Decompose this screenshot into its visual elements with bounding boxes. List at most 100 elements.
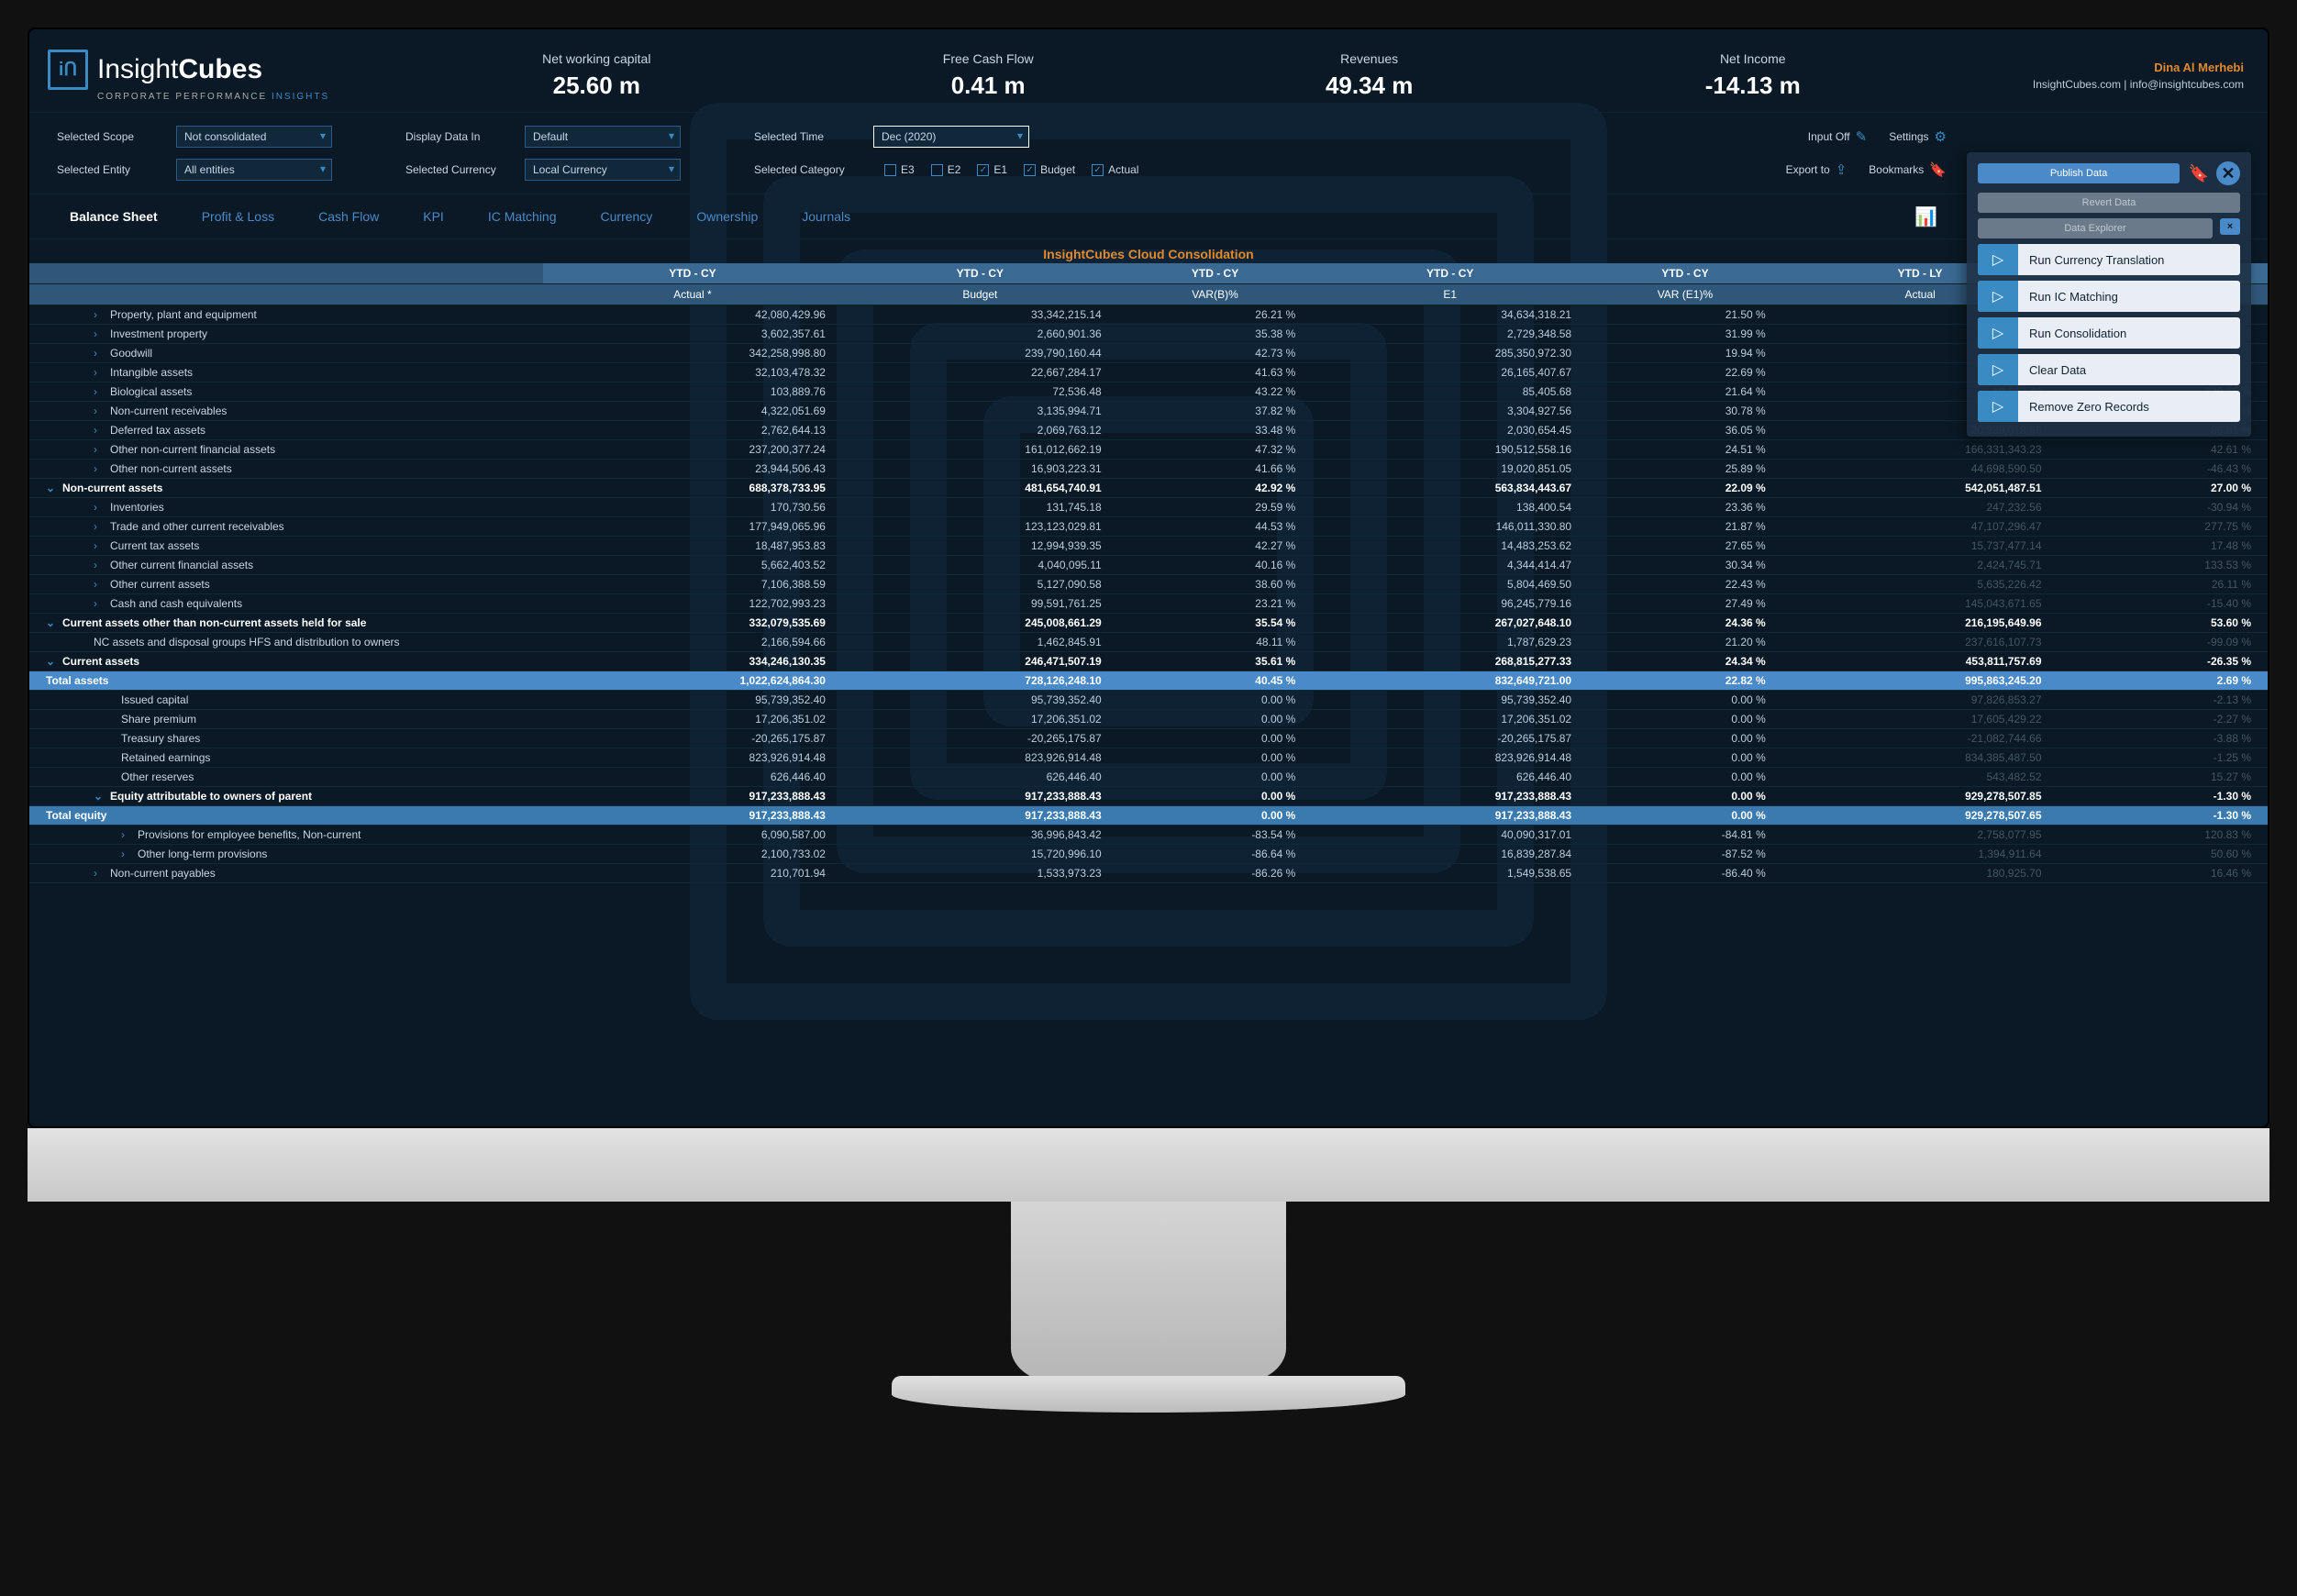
table-row[interactable]: Current tax assets18,487,953.8312,994,93… (29, 537, 2268, 556)
display-dropdown[interactable]: Default (525, 126, 681, 148)
action-run-ic-matching[interactable]: ▷Run IC Matching (1978, 281, 2240, 312)
cell: 95,739,352.40 (543, 691, 842, 710)
action-run-consolidation[interactable]: ▷Run Consolidation (1978, 317, 2240, 349)
table-row[interactable]: Intangible assets32,103,478.3222,667,284… (29, 363, 2268, 382)
cell: 85,405.68 (1312, 382, 1588, 402)
cell: 3,304,927.56 (1312, 402, 1588, 421)
table-row[interactable]: Total equity917,233,888.43917,233,888.43… (29, 806, 2268, 826)
explorer-close-icon[interactable]: × (2220, 218, 2240, 235)
category-checkbox-budget[interactable]: ✓Budget (1024, 163, 1075, 176)
table-row[interactable]: Current assets other than non-current as… (29, 614, 2268, 633)
export-link[interactable]: Export to⇪ (1786, 161, 1848, 178)
cell: 917,233,888.43 (842, 787, 1118, 806)
cell: -99.09 % (2058, 633, 2269, 652)
table-row[interactable]: Other non-current financial assets237,20… (29, 440, 2268, 460)
row-label: Current tax assets (29, 537, 543, 556)
table-row[interactable]: Provisions for employee benefits, Non-cu… (29, 826, 2268, 845)
cell: 563,834,443.67 (1312, 479, 1588, 498)
cell: 138,400.54 (1312, 498, 1588, 517)
table-row[interactable]: Other current financial assets5,662,403.… (29, 556, 2268, 575)
cell: 35.38 % (1118, 325, 1313, 344)
table-row[interactable]: Other reserves626,446.40626,446.400.00 %… (29, 768, 2268, 787)
row-label: Other long-term provisions (29, 845, 543, 864)
table-row[interactable]: Equity attributable to owners of parent9… (29, 787, 2268, 806)
column-sub-header: VAR(B)% (1118, 284, 1313, 305)
cell: 626,446.40 (543, 768, 842, 787)
category-checkbox-e3[interactable]: E3 (884, 163, 915, 176)
table-row[interactable]: Cash and cash equivalents122,702,993.239… (29, 594, 2268, 614)
cell: -2.27 % (2058, 710, 2269, 729)
cell: 917,233,888.43 (1312, 806, 1588, 826)
table-row[interactable]: Goodwill342,258,998.80239,790,160.4442.7… (29, 344, 2268, 363)
cell: 17,605,429.22 (1782, 710, 2058, 729)
table-row[interactable]: Deferred tax assets2,762,644.132,069,763… (29, 421, 2268, 440)
tab-currency[interactable]: Currency (597, 204, 657, 229)
cell: -15.40 % (2058, 594, 2269, 614)
table-row[interactable]: Other long-term provisions2,100,733.0215… (29, 845, 2268, 864)
cell: -86.64 % (1118, 845, 1313, 864)
tab-profit-loss[interactable]: Profit & Loss (198, 204, 278, 229)
bookmarks-link[interactable]: Bookmarks🔖 (1869, 161, 1947, 178)
tab-journals[interactable]: Journals (798, 204, 854, 229)
chart-icon[interactable]: 📊 (1914, 205, 1937, 228)
currency-dropdown[interactable]: Local Currency (525, 159, 681, 181)
entity-label: Selected Entity (57, 163, 167, 176)
action-remove-zero-records[interactable]: ▷Remove Zero Records (1978, 391, 2240, 422)
table-row[interactable]: Other current assets7,106,388.595,127,09… (29, 575, 2268, 594)
table-row[interactable]: Non-current assets688,378,733.95481,654,… (29, 479, 2268, 498)
tab-ic-matching[interactable]: IC Matching (484, 204, 560, 229)
logo-text: InsightCubes (97, 54, 262, 85)
table-row[interactable]: Biological assets103,889.7672,536.4843.2… (29, 382, 2268, 402)
table-row[interactable]: Retained earnings823,926,914.48823,926,9… (29, 748, 2268, 768)
publish-button[interactable]: Publish Data (1978, 163, 2180, 183)
action-run-currency-translation[interactable]: ▷Run Currency Translation (1978, 244, 2240, 275)
cell: 2,069,763.12 (842, 421, 1118, 440)
row-label: Total assets (29, 671, 543, 691)
tab-balance-sheet[interactable]: Balance Sheet (66, 204, 161, 229)
user-name: Dina Al Merhebi (1947, 61, 2244, 78)
cell: 145,043,671.65 (1782, 594, 2058, 614)
settings-link[interactable]: Settings⚙ (1889, 128, 1947, 145)
input-toggle[interactable]: Input Off✎ (1808, 128, 1867, 145)
column-group-header: YTD - CY (1118, 263, 1313, 284)
table-row[interactable]: Investment property3,602,357.612,660,901… (29, 325, 2268, 344)
scope-dropdown[interactable]: Not consolidated (176, 126, 332, 148)
category-checkbox-actual[interactable]: ✓Actual (1092, 163, 1138, 176)
table-row[interactable]: Treasury shares-20,265,175.87-20,265,175… (29, 729, 2268, 748)
table-row[interactable]: Trade and other current receivables177,9… (29, 517, 2268, 537)
tab-ownership[interactable]: Ownership (693, 204, 761, 229)
explorer-button[interactable]: Data Explorer (1978, 218, 2213, 238)
time-dropdown[interactable]: Dec (2020) (873, 126, 1029, 148)
cell: -86.26 % (1118, 864, 1313, 883)
cell: 31.99 % (1588, 325, 1782, 344)
kpi-nwc: Net working capital 25.60 m (542, 51, 650, 100)
category-checkbox-e1[interactable]: ✓E1 (977, 163, 1007, 176)
table-row[interactable]: Other non-current assets23,944,506.4316,… (29, 460, 2268, 479)
table-row[interactable]: Property, plant and equipment42,080,429.… (29, 305, 2268, 325)
table-row[interactable]: Total assets1,022,624,864.30728,126,248.… (29, 671, 2268, 691)
cell: 4,322,051.69 (543, 402, 842, 421)
bookmark-icon: 🔖 (1929, 161, 1947, 178)
panel-bookmark-icon[interactable]: 🔖 (2187, 161, 2211, 185)
entity-dropdown[interactable]: All entities (176, 159, 332, 181)
action-clear-data[interactable]: ▷Clear Data (1978, 354, 2240, 385)
play-icon: ▷ (1978, 244, 2018, 275)
table-row[interactable]: Current assets334,246,130.35246,471,507.… (29, 652, 2268, 671)
close-panel-icon[interactable]: ✕ (2216, 161, 2240, 185)
table-row[interactable]: NC assets and disposal groups HFS and di… (29, 633, 2268, 652)
table-row[interactable]: Share premium17,206,351.0217,206,351.020… (29, 710, 2268, 729)
play-icon: ▷ (1978, 391, 2018, 422)
cell: 36.05 % (1588, 421, 1782, 440)
cell: 22.82 % (1588, 671, 1782, 691)
table-row[interactable]: Non-current payables210,701.941,533,973.… (29, 864, 2268, 883)
table-row[interactable]: Issued capital95,739,352.4095,739,352.40… (29, 691, 2268, 710)
table-row[interactable]: Non-current receivables4,322,051.693,135… (29, 402, 2268, 421)
table-row[interactable]: Inventories170,730.56131,745.1829.59 %13… (29, 498, 2268, 517)
cell: 2,762,644.13 (543, 421, 842, 440)
revert-button[interactable]: Revert Data (1978, 193, 2240, 213)
category-checkbox-e2[interactable]: E2 (931, 163, 961, 176)
row-label: Deferred tax assets (29, 421, 543, 440)
tab-cash-flow[interactable]: Cash Flow (315, 204, 383, 229)
cell: 267,027,648.10 (1312, 614, 1588, 633)
tab-kpi[interactable]: KPI (419, 204, 448, 229)
